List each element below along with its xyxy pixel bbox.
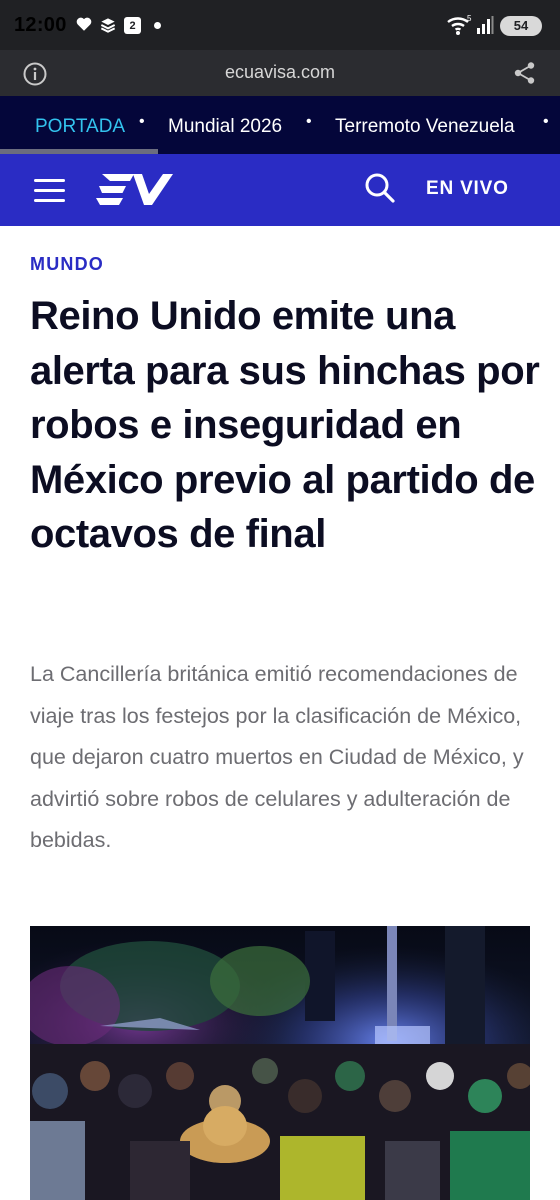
trend-item-terremoto-venezuela[interactable]: Terremoto Venezuela <box>335 116 515 138</box>
status-time: 12:00 <box>14 14 67 36</box>
article-image[interactable] <box>30 926 530 1200</box>
trend-separator: • <box>543 113 549 130</box>
article-lead: La Cancillería británica emitió recomend… <box>30 662 524 852</box>
signal-icon <box>477 16 494 34</box>
wifi-icon: 5 <box>447 14 472 35</box>
stack-icon <box>100 18 116 33</box>
heart-icon <box>76 17 92 31</box>
trend-item-portada[interactable]: PORTADA <box>35 116 125 138</box>
article-headline: Reino Unido emite una alerta para sus hi… <box>30 294 540 556</box>
trend-separator: • <box>306 113 312 130</box>
dot-icon <box>154 22 161 29</box>
trend-separator: • <box>139 113 145 130</box>
share-icon[interactable] <box>512 60 538 86</box>
calendar-icon: 2 <box>124 17 141 34</box>
battery-icon: 54 <box>500 16 542 36</box>
trend-item-mundial-2026[interactable]: Mundial 2026 <box>168 116 282 138</box>
menu-icon[interactable] <box>34 176 66 204</box>
live-link[interactable]: EN VIVO <box>426 178 509 200</box>
search-icon[interactable] <box>364 172 396 204</box>
url-text[interactable]: ecuavisa.com <box>0 62 560 83</box>
logo[interactable]: EV <box>96 170 176 210</box>
crowd-photo <box>30 926 530 1200</box>
section-label[interactable]: MUNDO <box>30 254 104 275</box>
wifi-badge: 5 <box>467 14 472 23</box>
